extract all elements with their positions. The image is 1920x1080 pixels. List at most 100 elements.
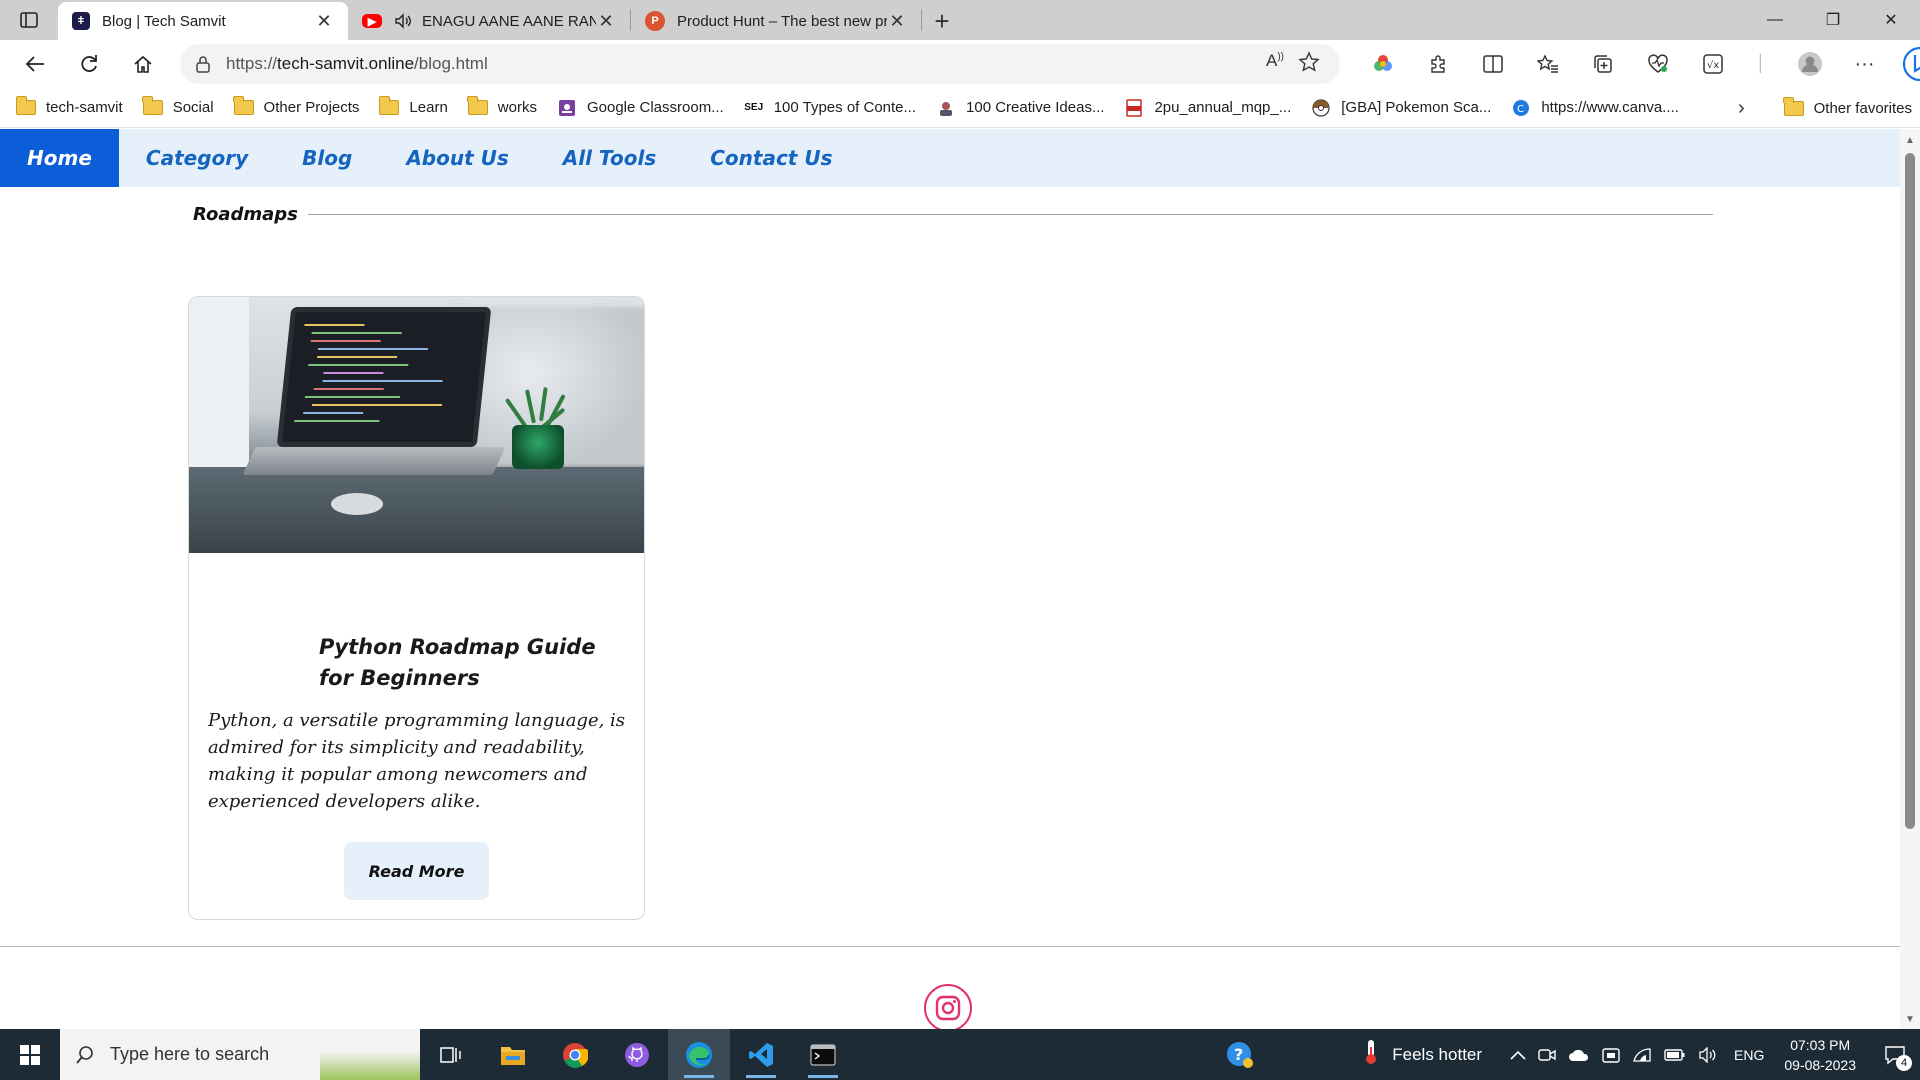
favorite-link[interactable]: [GBA] Pokemon Sca...: [1311, 98, 1491, 117]
restore-icon[interactable]: ❐: [1804, 0, 1862, 40]
more-favorites-chevron-icon[interactable]: ›: [1738, 88, 1745, 128]
nav-category[interactable]: Category: [119, 129, 275, 187]
favorite-folder[interactable]: Social: [142, 96, 214, 116]
thermometer-icon: [1364, 1039, 1378, 1070]
close-window-icon[interactable]: ✕: [1862, 0, 1920, 40]
address-bar[interactable]: https://tech-samvit.online/blog.html A)): [180, 44, 1340, 84]
windows-start-icon[interactable]: [0, 1029, 60, 1080]
favorite-link[interactable]: 2pu_annual_mqp_...: [1124, 98, 1291, 117]
favorite-link[interactable]: Google Classroom...: [557, 99, 724, 116]
onedrive-cloud-icon[interactable]: [1568, 1048, 1590, 1062]
read-more-button[interactable]: Read More: [344, 842, 489, 900]
close-tab-icon[interactable]: ✕: [596, 11, 616, 32]
screen-capture-icon[interactable]: [1602, 1046, 1620, 1064]
youtube-icon: ▶: [362, 14, 382, 28]
file-explorer-icon[interactable]: [482, 1029, 544, 1080]
refresh-button[interactable]: [62, 40, 116, 88]
favorite-folder[interactable]: Learn: [378, 96, 448, 116]
windows-taskbar: Type here to search ? Feels hotter ENG 0…: [0, 1029, 1920, 1080]
scroll-down-icon[interactable]: ▼: [1905, 1014, 1915, 1025]
person-icon: [936, 100, 956, 116]
favorite-link[interactable]: 100 Creative Ideas...: [936, 99, 1104, 116]
nav-contact-us[interactable]: Contact Us: [683, 129, 859, 187]
tab-blog[interactable]: ǂ Blog | Tech Samvit ✕: [58, 2, 348, 40]
lock-icon[interactable]: [180, 55, 226, 73]
collections-icon[interactable]: [1575, 40, 1630, 88]
tab-title: ENAGU AANE AANE RANGA: [422, 12, 596, 30]
split-screen-icon[interactable]: [1465, 40, 1520, 88]
wifi-icon[interactable]: [1632, 1047, 1652, 1063]
browser-essentials-icon[interactable]: [1630, 40, 1685, 88]
weather-widget[interactable]: Feels hotter: [1364, 1039, 1482, 1070]
math-solver-icon[interactable]: √x: [1685, 40, 1740, 88]
chrome-icon[interactable]: [544, 1029, 606, 1080]
url-text[interactable]: https://tech-samvit.online/blog.html: [226, 54, 1266, 74]
favorite-folder[interactable]: works: [467, 96, 537, 116]
vscode-icon[interactable]: [730, 1029, 792, 1080]
instagram-icon[interactable]: [924, 984, 972, 1029]
read-aloud-icon[interactable]: A)): [1266, 51, 1284, 78]
product-hunt-icon: P: [645, 11, 665, 31]
tab-youtube[interactable]: ▶ ENAGU AANE AANE RANGA ✕: [348, 2, 630, 40]
tab-actions-icon[interactable]: [0, 0, 58, 40]
favorite-star-icon[interactable]: [1298, 50, 1320, 78]
terminal-icon[interactable]: [792, 1029, 854, 1080]
new-tab-button[interactable]: +: [922, 2, 962, 40]
favorite-link[interactable]: Chttps://www.canva....: [1511, 99, 1679, 116]
speaker-icon[interactable]: [394, 12, 412, 30]
help-tips-icon[interactable]: ?: [1226, 1041, 1254, 1069]
notification-center-icon[interactable]: 4: [1884, 1044, 1912, 1071]
browser-toolbar: https://tech-samvit.online/blog.html A))…: [0, 40, 1920, 88]
profile-avatar[interactable]: [1782, 40, 1837, 88]
sej-icon: SEJ: [744, 102, 764, 113]
close-tab-icon[interactable]: ✕: [314, 11, 334, 32]
edge-browser-icon[interactable]: [668, 1029, 730, 1080]
favorites-icon[interactable]: [1520, 40, 1575, 88]
home-button[interactable]: [116, 40, 170, 88]
folder-icon: [15, 96, 36, 116]
bing-copilot-icon[interactable]: [1892, 40, 1920, 88]
page-viewport: Home Category Blog About Us All Tools Co…: [0, 129, 1900, 1029]
meet-now-icon[interactable]: [1538, 1047, 1556, 1063]
toolbar-divider: │: [1756, 55, 1766, 72]
folder-icon: [233, 96, 254, 116]
github-desktop-icon[interactable]: [606, 1029, 668, 1080]
taskbar-search-input[interactable]: Type here to search: [60, 1029, 420, 1080]
page-scrollbar[interactable]: ▲ ▼: [1900, 129, 1920, 1029]
favorite-folder[interactable]: Other Projects: [233, 96, 359, 116]
extensions-icon[interactable]: [1410, 40, 1465, 88]
scroll-up-icon[interactable]: ▲: [1905, 135, 1915, 146]
tab-title: Product Hunt – The best new pro: [677, 12, 887, 30]
section-header: Roadmaps: [193, 204, 1713, 225]
notification-count-badge: 4: [1896, 1054, 1912, 1071]
battery-icon[interactable]: [1664, 1048, 1686, 1062]
clock[interactable]: 07:03 PM 09-08-2023: [1784, 1035, 1856, 1075]
card-excerpt: Python, a versatile programming language…: [208, 710, 626, 812]
nav-all-tools[interactable]: All Tools: [536, 129, 683, 187]
language-indicator[interactable]: ENG: [1734, 1047, 1764, 1063]
minimize-icon[interactable]: —: [1746, 0, 1804, 40]
nav-blog[interactable]: Blog: [275, 129, 379, 187]
favorite-folder[interactable]: tech-samvit: [15, 96, 123, 116]
task-view-icon[interactable]: [420, 1029, 482, 1080]
nav-home[interactable]: Home: [0, 129, 119, 187]
system-tray: ? Feels hotter ENG 07:03 PM 09-08-2023 4: [1220, 1029, 1920, 1080]
footer-divider: [0, 946, 1900, 947]
favorites-bar: tech-samvit Social Other Projects Learn …: [0, 88, 1920, 128]
back-button[interactable]: [8, 40, 62, 88]
show-hidden-icons-chevron-icon[interactable]: [1510, 1050, 1526, 1060]
card-title[interactable]: Python Roadmap Guide for Beginners: [319, 632, 619, 694]
more-options-icon[interactable]: ···: [1837, 40, 1892, 88]
pdf-icon: [1124, 98, 1144, 117]
tab-product-hunt[interactable]: P Product Hunt – The best new pro ✕: [631, 2, 921, 40]
scrollbar-thumb[interactable]: [1905, 153, 1915, 829]
close-tab-icon[interactable]: ✕: [887, 11, 907, 32]
volume-icon[interactable]: [1698, 1046, 1718, 1063]
favorite-link[interactable]: SEJ 100 Types of Conte...: [744, 99, 916, 116]
svg-text:√x: √x: [1707, 60, 1719, 71]
folder-icon: [142, 96, 163, 116]
other-favorites-folder[interactable]: Other favorites: [1783, 88, 1912, 128]
section-title: Roadmaps: [193, 204, 298, 225]
color-extension-icon[interactable]: [1355, 40, 1410, 88]
nav-about-us[interactable]: About Us: [379, 129, 535, 187]
